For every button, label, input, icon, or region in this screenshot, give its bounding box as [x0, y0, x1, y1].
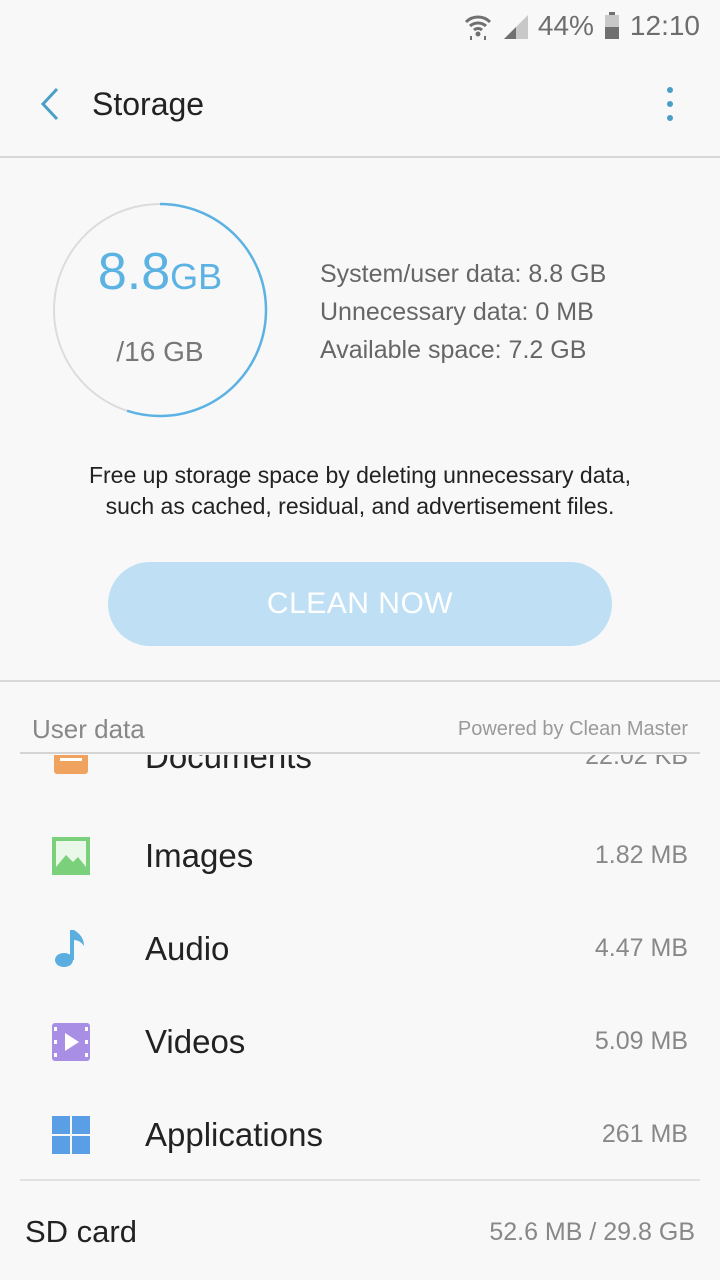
more-options-button[interactable] [660, 85, 680, 125]
total-storage: /16 GB [116, 336, 204, 367]
description-line: Free up storage space by deleting unnece… [88, 462, 632, 488]
back-button[interactable] [20, 74, 80, 134]
list-item-applications[interactable]: Applications 261 MB [0, 1088, 720, 1180]
storage-usage-ring [52, 202, 268, 418]
divider [20, 1179, 700, 1181]
list-item-audio[interactable]: Audio 4.47 MB [0, 902, 720, 994]
image-icon [52, 837, 90, 875]
used-storage: 8.8GB [50, 242, 270, 302]
battery-percent: 44% [537, 10, 594, 41]
apps-grid-icon [52, 1116, 90, 1154]
app-bar: Storage [0, 52, 720, 158]
item-size: 4.47 MB [594, 934, 688, 962]
list-item-images[interactable]: Images 1.82 MB [0, 809, 720, 901]
list-item-videos[interactable]: Videos 5.09 MB [0, 995, 720, 1087]
description-line: such as cached, residual, and advertisem… [105, 493, 615, 519]
used-value: 8.8 [97, 243, 171, 301]
sd-card-row[interactable]: SD card 52.6 MB / 29.8 GB [0, 1184, 720, 1280]
sd-card-label: SD card [25, 1214, 137, 1249]
signal-icon [502, 13, 528, 39]
storage-stats: System/user data: 8.8 GB Unnecessary dat… [320, 255, 606, 369]
stat-system-user-data: System/user data: 8.8 GB [320, 260, 607, 288]
stat-unnecessary-data: Unnecessary data: 0 MB [320, 298, 594, 326]
item-name: Videos [145, 1023, 246, 1060]
powered-by-label: Powered by Clean Master [457, 718, 688, 740]
page-title: Storage [92, 85, 205, 122]
clock: 12:10 [629, 10, 700, 41]
user-data-list[interactable]: Documents 22.02 KB Images 1.82 MB Audio … [0, 755, 720, 1180]
storage-summary: 8.8GB /16 GB System/user data: 8.8 GB Un… [0, 160, 720, 680]
item-name: Images [145, 837, 254, 874]
used-unit: GB [170, 256, 223, 297]
item-size: 1.82 MB [594, 841, 688, 869]
stat-available-space: Available space: 7.2 GB [320, 336, 587, 364]
clean-now-button[interactable]: CLEAN NOW [108, 562, 612, 646]
item-name: Applications [145, 1116, 323, 1153]
documents-icon [54, 755, 88, 774]
music-note-icon [55, 930, 84, 967]
status-bar: 44% 12:10 [0, 0, 720, 52]
section-title: User data [32, 714, 145, 744]
list-item-documents[interactable]: Documents 22.02 KB [0, 755, 720, 802]
sd-card-size: 52.6 MB / 29.8 GB [489, 1218, 695, 1246]
clean-description: Free up storage space by deleting unnece… [30, 460, 690, 522]
video-icon [52, 1023, 90, 1061]
wifi-icon [464, 12, 492, 40]
chevron-left-icon [40, 87, 59, 121]
item-size: 22.02 KB [585, 755, 688, 770]
item-size: 261 MB [601, 1120, 688, 1148]
divider [0, 680, 720, 682]
user-data-header: User data Powered by Clean Master [20, 706, 700, 754]
battery-icon [604, 12, 620, 40]
item-size: 5.09 MB [594, 1027, 688, 1055]
item-name: Audio [145, 930, 230, 967]
item-name: Documents [145, 755, 312, 775]
